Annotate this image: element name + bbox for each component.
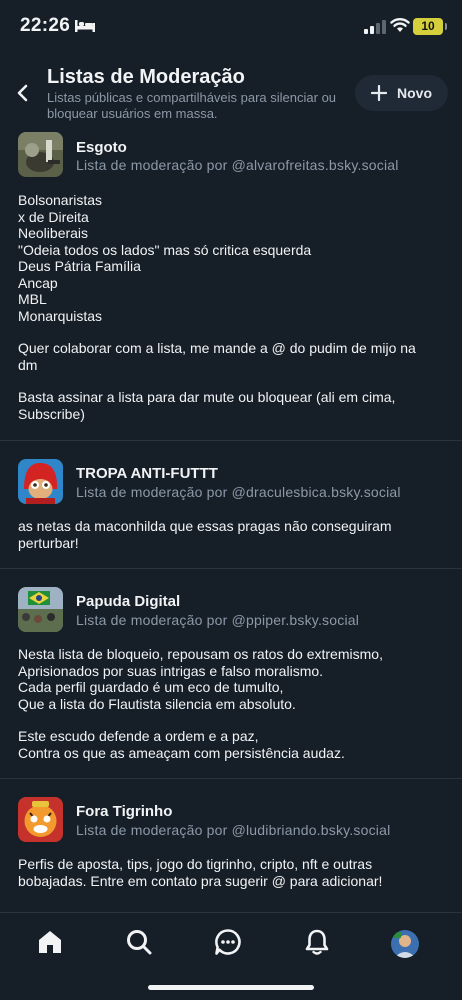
list-byline: Lista de moderação por @draculesbica.bsk… <box>76 484 401 500</box>
description-paragraph: Quer colaborar com a lista, me mande a @… <box>18 340 416 373</box>
list-description: Nesta lista de bloqueio, repousam os rat… <box>18 646 438 761</box>
tab-search[interactable] <box>124 927 154 957</box>
search-icon <box>127 930 152 955</box>
page-title: Listas de Moderação <box>47 66 245 88</box>
list-title: Papuda Digital <box>76 593 181 610</box>
description-paragraph: Nesta lista de bloqueio, repousam os rat… <box>18 646 383 712</box>
list-item[interactable]: Papuda Digital Lista de moderação por @p… <box>0 569 462 779</box>
wifi-icon <box>390 18 410 32</box>
back-button[interactable] <box>10 80 36 106</box>
list-description: Bolsonaristas x de Direita Neoliberais "… <box>18 192 438 422</box>
home-icon <box>39 931 61 953</box>
list-item[interactable]: Esgoto Lista de moderação por @alvarofre… <box>0 132 462 441</box>
home-indicator <box>148 985 314 990</box>
list-description: Perfis de aposta, tips, jogo do tigrinho… <box>18 856 438 889</box>
list-byline: Lista de moderação por @alvarofreitas.bs… <box>76 157 399 173</box>
status-time: 22:26 <box>20 15 71 36</box>
list-byline: Lista de moderação por @ppiper.bsky.soci… <box>76 612 360 628</box>
new-button-label: Novo <box>397 85 432 101</box>
page-header: Listas de Moderação Listas públicas e co… <box>0 60 462 130</box>
chevron-left-icon <box>17 84 28 102</box>
status-bar: 22:26 10 <box>0 0 462 54</box>
description-paragraph: Basta assinar a lista para dar mute ou b… <box>18 389 396 422</box>
list-avatar <box>18 132 63 177</box>
new-list-button[interactable]: Novo <box>355 75 448 111</box>
tab-home[interactable] <box>35 927 65 957</box>
page-subtitle: Listas públicas e compartilháveis para s… <box>47 90 337 121</box>
list-item[interactable]: Fora Tigrinho Lista de moderação por @lu… <box>0 779 462 912</box>
battery-indicator: 10 <box>413 18 447 35</box>
list-description: as netas da maconhilda que essas pragas … <box>18 518 438 551</box>
bell-icon <box>305 929 329 955</box>
description-paragraph: as netas da maconhilda que essas pragas … <box>18 518 392 551</box>
description-paragraph: Este escudo defende a ordem e a paz, Con… <box>18 728 345 761</box>
description-paragraph: Bolsonaristas x de Direita Neoliberais "… <box>18 192 312 324</box>
signal-icon <box>364 20 386 34</box>
list-title: Fora Tigrinho <box>76 803 173 820</box>
plus-icon <box>371 85 387 101</box>
list-title: Esgoto <box>76 139 127 156</box>
list-avatar <box>18 459 63 504</box>
list-byline: Lista de moderação por @ludibriando.bsky… <box>76 822 391 838</box>
list-avatar <box>18 587 63 632</box>
list-item[interactable]: TROPA ANTI-FUTTT Lista de moderação por … <box>0 441 462 569</box>
tab-chat[interactable] <box>213 927 243 957</box>
chat-icon <box>215 929 241 955</box>
bed-icon <box>75 20 95 32</box>
battery-level: 10 <box>421 19 435 33</box>
description-paragraph: Perfis de aposta, tips, jogo do tigrinho… <box>18 856 383 889</box>
profile-avatar[interactable] <box>391 930 419 958</box>
tab-notifications[interactable] <box>302 927 332 957</box>
list-title: TROPA ANTI-FUTTT <box>76 465 218 482</box>
list-avatar <box>18 797 63 842</box>
